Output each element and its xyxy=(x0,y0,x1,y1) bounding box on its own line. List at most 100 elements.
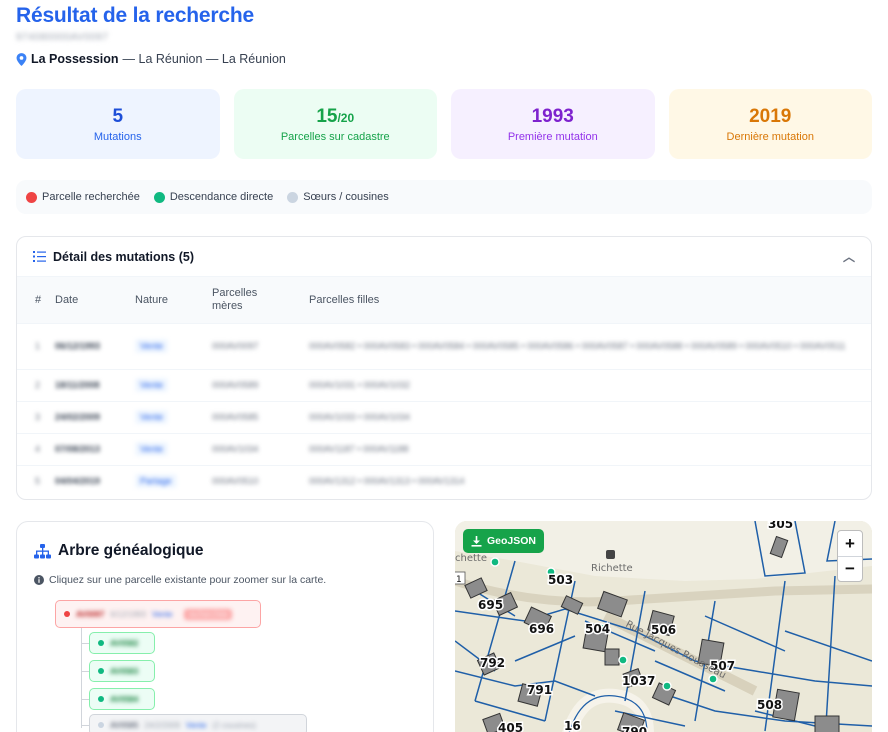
nature-tag: Partage xyxy=(135,474,177,489)
table-row: 1 06/12/1993 Vente 000AV0097 000AV0582 •… xyxy=(17,322,871,369)
node-id: AV0582 xyxy=(110,638,139,648)
searched-badge: recherchée xyxy=(184,608,233,620)
genealogy-panel: Arbre généalogique Cliquez sur une parce… xyxy=(16,521,434,732)
genealogy-hint: Cliquez sur une parcelle existante pour … xyxy=(34,574,326,586)
cell-parent: 000AV0585 xyxy=(212,400,309,433)
cell-parent: 000AV0097 xyxy=(212,322,309,369)
svg-text:508: 508 xyxy=(757,698,782,712)
red-dot-icon xyxy=(26,191,37,203)
table-row: 4 07/08/2013 Vente 000AV1034 000AV1187 •… xyxy=(17,432,871,465)
cell-children: 000AV1031 • 000AV1032 xyxy=(309,368,871,401)
chevron-up-icon[interactable]: ︿ xyxy=(843,248,855,265)
mutations-table: # Date Nature Parcelles mères Parcelles … xyxy=(17,277,871,497)
table-row: 5 04/04/2019 Partage 000AV0510 000AV1312… xyxy=(17,464,871,497)
cell-num: 3 xyxy=(17,400,55,433)
svg-text:305: 305 xyxy=(768,521,793,531)
legend-item-siblings: Sœurs / cousines xyxy=(287,191,389,203)
grey-dot-icon xyxy=(98,722,104,728)
svg-text:1037: 1037 xyxy=(622,674,655,688)
cell-num: 4 xyxy=(17,432,55,465)
node-id: AV0097 xyxy=(76,609,105,619)
stat-label: Première mutation xyxy=(507,130,598,143)
zoom-out-button[interactable]: − xyxy=(838,556,862,581)
green-dot-icon xyxy=(153,191,165,203)
grey-dot-icon xyxy=(287,191,299,203)
svg-text:chette: chette xyxy=(455,553,487,564)
node-id: AV0585 xyxy=(110,720,139,730)
svg-text:792: 792 xyxy=(480,656,505,670)
legend-label: Parcelle recherchée xyxy=(42,191,140,203)
geojson-label: GeoJSON xyxy=(487,535,537,547)
cell-parent: 000AV1034 xyxy=(212,432,309,465)
nature-tag: Vente xyxy=(135,339,169,353)
tree-node-root[interactable]: AV0097 6/12/1993 Vente recherchée xyxy=(55,600,261,628)
svg-text:Richette: Richette xyxy=(591,563,633,574)
cell-children: 000AV0582 • 000AV0583 • 000AV0584 • 000A… xyxy=(309,322,871,369)
mutations-header[interactable]: Détail des mutations (5) ︿ xyxy=(17,237,871,277)
node-nature: Vente xyxy=(151,609,173,619)
commune-name: La Possession xyxy=(31,52,119,66)
cell-num: 2 xyxy=(17,368,55,401)
stat-label: Dernière mutation xyxy=(726,130,814,143)
stat-label: Mutations xyxy=(93,130,142,143)
node-id: AV0584 xyxy=(110,694,139,704)
stat-value: 2019 xyxy=(749,105,792,127)
parcel-id: 974080000AV0097 xyxy=(16,32,109,43)
table-row: 3 24/02/2009 Vente 000AV0585 000AV1033 •… xyxy=(17,400,871,433)
svg-text:1: 1 xyxy=(456,575,462,585)
column-header: Parcelles mères xyxy=(212,286,258,312)
stat-label: Parcelles sur cadastre xyxy=(280,130,390,143)
node-date: 24/2/2009 xyxy=(144,720,180,730)
node-extra: (2 cousines) xyxy=(212,720,256,730)
cell-num: 5 xyxy=(17,464,55,497)
stat-parcels: 15/20 Parcelles sur cadastre xyxy=(233,89,437,159)
svg-text:504: 504 xyxy=(585,622,610,636)
stat-value: 1993 xyxy=(531,105,574,127)
column-header: Nature xyxy=(135,293,169,306)
genealogy-title: Arbre généalogique xyxy=(34,542,204,560)
svg-text:696: 696 xyxy=(529,622,554,636)
list-icon xyxy=(33,251,46,262)
table-row: 2 18/11/2008 Vente 000AV0589 000AV1031 •… xyxy=(17,368,871,401)
cell-date: 24/02/2009 xyxy=(55,400,135,433)
green-dot-icon xyxy=(98,696,104,702)
column-header: Parcelles filles xyxy=(309,293,380,306)
nature-tag: Vente xyxy=(135,410,169,424)
location: La Possession — La Réunion — La Réunion xyxy=(16,52,286,66)
legend: Parcelle recherchée Descendance directe … xyxy=(16,180,872,214)
svg-text:405: 405 xyxy=(498,721,523,732)
column-header: Date xyxy=(55,293,79,306)
zoom-in-button[interactable]: + xyxy=(838,531,862,556)
svg-text:695: 695 xyxy=(478,598,503,612)
stats-row: 5 Mutations 15/20 Parcelles sur cadastre… xyxy=(16,89,872,159)
zoom-control: + − xyxy=(837,530,863,582)
tree-node-child[interactable]: AV0583 xyxy=(89,660,155,682)
stat-suffix: /20 xyxy=(337,110,355,125)
red-dot-icon xyxy=(64,611,70,617)
stat-last-mutation: 2019 Dernière mutation xyxy=(668,89,872,159)
cell-num: 1 xyxy=(17,322,55,369)
node-nature: Vente xyxy=(185,720,207,730)
svg-text:503: 503 xyxy=(548,573,573,587)
cell-date: 07/08/2013 xyxy=(55,432,135,465)
cell-children: 000AV1033 • 000AV1034 xyxy=(309,400,871,433)
page-title: Résultat de la recherche xyxy=(16,4,254,27)
legend-item-searched: Parcelle recherchée xyxy=(26,191,140,203)
genealogy-title-text: Arbre généalogique xyxy=(58,542,204,559)
tree-node-child[interactable]: AV0584 xyxy=(89,688,155,710)
svg-text:791: 791 xyxy=(527,683,552,697)
mutations-title: Détail des mutations (5) xyxy=(53,249,194,264)
genealogy-hint-text: Cliquez sur une parcelle existante pour … xyxy=(49,574,327,586)
cadastre-map[interactable]: 305 503 695 696 504 506 792 507 1037 791… xyxy=(455,521,872,732)
cell-parent: 000AV0510 xyxy=(212,464,309,497)
cell-children: 000AV1187 • 000AV1188 xyxy=(309,432,871,465)
mutations-panel: Détail des mutations (5) ︿ # Date Nature… xyxy=(16,236,872,500)
tree-node-sibling[interactable]: AV0585 24/2/2009 Vente (2 cousines) xyxy=(89,714,307,732)
nature-tag: Vente xyxy=(135,442,169,456)
geojson-download-button[interactable]: GeoJSON xyxy=(463,529,545,553)
cell-date: 04/04/2019 xyxy=(55,464,135,497)
stat-value: 15 xyxy=(316,105,338,127)
stat-first-mutation: 1993 Première mutation xyxy=(451,89,655,159)
stat-value: 5 xyxy=(112,105,124,127)
tree-node-child[interactable]: AV0582 xyxy=(89,632,155,654)
